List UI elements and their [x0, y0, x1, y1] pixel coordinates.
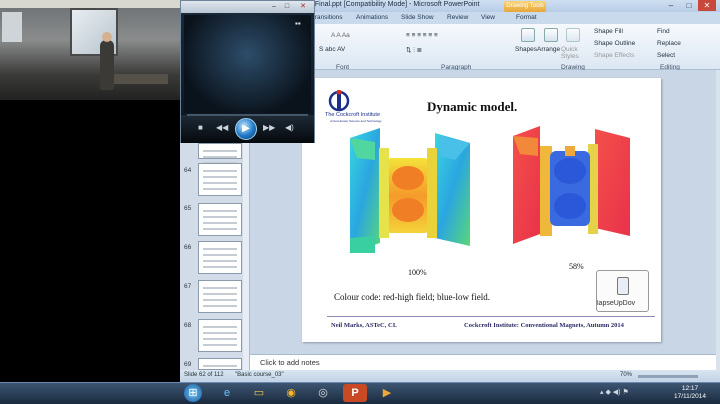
shape-outline-button[interactable]: Shape Outline	[594, 40, 635, 47]
internet-explorer-icon[interactable]: e	[215, 384, 239, 402]
footer-course: Cockcroft Institute: Conventional Magnet…	[464, 322, 624, 329]
thumbnail-number: 67	[184, 283, 192, 290]
player-close-icon[interactable]: ✕	[298, 2, 308, 11]
magnet-model-left	[350, 128, 470, 253]
thumbnail-69[interactable]	[198, 358, 242, 370]
left-black-area	[0, 100, 180, 404]
volume-icon[interactable]: ◀)	[285, 123, 294, 132]
start-button-icon[interactable]: ⊞	[184, 384, 202, 402]
taskbar-clock[interactable]: 12:17 17/11/2014	[668, 385, 712, 401]
footer-author: Neil Marks, ASTeC, CI.	[331, 322, 397, 329]
zoom-slider[interactable]	[638, 375, 698, 378]
previous-icon[interactable]: ◀◀	[216, 123, 228, 132]
drawing-tools-tab[interactable]: Drawing Tools	[504, 1, 546, 12]
colour-code-text: Colour code: red-high field; blue-low fi…	[334, 292, 490, 302]
right-model-percentage: 58%	[569, 262, 584, 271]
stop-icon[interactable]: ■	[198, 123, 203, 132]
tab-slide-show[interactable]: Slide Show	[401, 14, 434, 21]
thumbnail-scrollbar[interactable]	[243, 143, 249, 370]
thumbnail-number: 64	[184, 167, 192, 174]
webcam-feed	[0, 0, 180, 100]
file-explorer-icon[interactable]: ▭	[247, 384, 271, 402]
tab-animations[interactable]: Animations	[356, 14, 388, 21]
quick-styles-button[interactable]: Quick Styles	[561, 46, 585, 60]
shapes-icon[interactable]	[521, 28, 535, 42]
thumbnail-number: 65	[184, 205, 192, 212]
thumbnail-65[interactable]	[198, 203, 242, 236]
tray-icons[interactable]: ▴ ◆ ◀) ⚑	[600, 388, 629, 396]
thumbnail-number: 69	[184, 361, 192, 368]
media-player: – □ ✕ ▪▪ ■ ◀◀ ▶ ▶▶ ◀)	[180, 0, 315, 143]
desk	[108, 74, 168, 84]
slide-thumbnail-pane: 64 65 66 67 68 69	[180, 143, 250, 370]
select-button[interactable]: Select	[657, 52, 675, 59]
logo-subtext: of Accelerator Science and Technology	[330, 119, 382, 123]
window-title: _Final.ppt [Compatibility Mode] - Micros…	[311, 1, 480, 8]
document-icon	[617, 277, 629, 295]
clock-time: 12:17	[681, 385, 699, 392]
presenter	[100, 40, 114, 90]
thumbnail-63[interactable]	[198, 143, 242, 159]
cockcroft-logo	[328, 90, 350, 112]
shapes-button[interactable]: Shapes	[515, 46, 537, 53]
thumbnail-number: 66	[184, 244, 192, 251]
tab-format[interactable]: Format	[516, 14, 537, 21]
player-titlebar	[181, 1, 314, 13]
room-window	[2, 12, 22, 42]
presenter-head	[102, 32, 112, 42]
slide-counter: Slide 62 of 112	[184, 372, 224, 378]
shape-effects-button[interactable]: Shape Effects	[594, 52, 634, 59]
ceiling-lights	[0, 0, 180, 8]
tab-view[interactable]: View	[481, 14, 495, 21]
font-controls-icon[interactable]: A A Aa	[331, 32, 350, 39]
replace-button[interactable]: Replace	[657, 40, 681, 47]
tab-review[interactable]: Review	[447, 14, 468, 21]
app-icon[interactable]: ◎	[311, 384, 335, 402]
slide-title[interactable]: Dynamic model.	[427, 99, 517, 115]
thumbnail-number: 68	[184, 322, 192, 329]
player-seek-bar[interactable]	[187, 114, 308, 116]
powerpoint-taskbar-icon[interactable]: P	[343, 384, 367, 402]
player-minimize-icon[interactable]: –	[269, 2, 279, 11]
notes-placeholder[interactable]: Click to add notes	[260, 358, 320, 367]
paragraph-controls-icon[interactable]: ≡ ≡ ≡ ≡ ≡ ≡	[406, 32, 438, 39]
footer-divider	[327, 316, 655, 317]
chrome-icon[interactable]: ◉	[279, 384, 303, 402]
player-video[interactable]	[184, 15, 311, 113]
zoom-level[interactable]: 70%	[620, 372, 632, 378]
thumbnail-68[interactable]	[198, 319, 242, 352]
media-player-taskbar-icon[interactable]: ▶	[375, 384, 399, 402]
vertical-scrollbar[interactable]	[716, 70, 720, 370]
player-layout-icon[interactable]: ▪▪	[295, 19, 301, 28]
maximize-icon[interactable]: □	[680, 0, 698, 11]
tab-transitions[interactable]: Transitions	[311, 14, 343, 21]
thumbnail-64[interactable]	[198, 163, 242, 196]
magnet-model-right	[513, 126, 630, 244]
thumbnail-67[interactable]	[198, 280, 242, 313]
logo-text: The Cockcroft Institute	[325, 112, 381, 118]
play-icon[interactable]: ▶	[235, 118, 257, 140]
arrange-button[interactable]: Arrange	[537, 46, 560, 53]
ribbon: Font Paragraph Drawing Editing A A Aa S …	[311, 24, 720, 71]
minimize-icon[interactable]: –	[662, 0, 680, 11]
left-model-percentage: 100%	[408, 268, 427, 277]
theme-name: "Basic course_03"	[235, 372, 284, 378]
next-icon[interactable]: ▶▶	[263, 123, 275, 132]
shape-fill-button[interactable]: Shape Fill	[594, 28, 623, 35]
close-icon[interactable]: ✕	[698, 0, 716, 11]
find-button[interactable]: Find	[657, 28, 670, 35]
ribbon-tabs: Transitions Animations Slide Show Review…	[311, 12, 720, 24]
collapse-popup-label[interactable]: lapseUpDov	[597, 300, 648, 307]
arrange-icon[interactable]	[544, 28, 558, 42]
align-controls-icon[interactable]: ⇅ ⫶ ≣	[406, 46, 422, 55]
quick-styles-icon[interactable]	[566, 28, 580, 42]
player-maximize-icon[interactable]: □	[282, 2, 292, 11]
thumbnail-66[interactable]	[198, 241, 242, 274]
clock-date: 17/11/2014	[673, 393, 707, 400]
format-controls-icon[interactable]: S abc AV	[319, 46, 345, 53]
